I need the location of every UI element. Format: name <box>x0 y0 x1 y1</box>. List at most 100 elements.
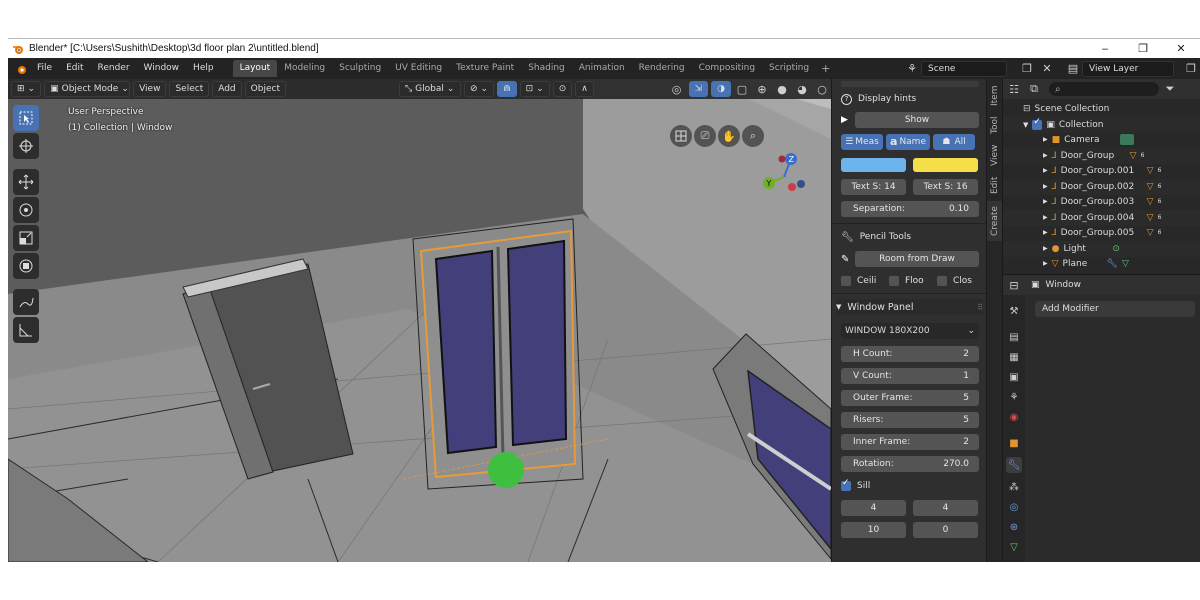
tab-view-layer[interactable]: ▣ <box>1006 369 1022 385</box>
cursor-tool[interactable] <box>13 133 39 159</box>
play-icon[interactable]: ▶ <box>841 115 855 125</box>
drag-handle-icon[interactable]: ⠿ <box>977 303 983 312</box>
show-button[interactable]: Show <box>855 112 979 128</box>
room-from-draw-button[interactable]: Room from Draw <box>855 251 979 267</box>
menu-add[interactable]: Add <box>212 81 242 97</box>
properties-editor-type-icon[interactable]: ⊟ <box>1005 277 1023 293</box>
camera-view-button[interactable]: ⎚ <box>694 125 716 147</box>
outliner-search-field[interactable]: ⌕ <box>1049 82 1159 96</box>
tab-edit[interactable]: Edit <box>987 173 1003 197</box>
workspace-tab-compositing[interactable]: Compositing <box>692 60 762 77</box>
scene-selector[interactable]: ⚘ Scene <box>901 60 1016 77</box>
menu-view[interactable]: View <box>133 81 167 97</box>
transform-tool[interactable] <box>13 253 39 279</box>
wireframe-shading-icon[interactable]: ⊕ <box>753 81 771 97</box>
measure-color-swatch[interactable] <box>841 158 906 172</box>
scene-render[interactable] <box>8 79 831 562</box>
object-name-field[interactable]: ▣ Window <box>1031 280 1081 290</box>
outliner-item-door-group-001[interactable]: ▶ ⅃ Door_Group.001 ▽ 6 <box>1003 163 1200 179</box>
window-panel-header[interactable]: ▼ Window Panel ⠿ <box>836 299 983 315</box>
outliner-item-camera[interactable]: ▶ ■ Camera <box>1003 132 1200 148</box>
outer-frame-field[interactable]: Outer Frame: 5 <box>841 390 979 406</box>
sill-value-1-field[interactable]: 4 <box>841 500 906 516</box>
all-toggle[interactable]: ☗ All <box>933 134 975 150</box>
closed-checkbox[interactable]: Clos <box>937 276 979 286</box>
minimize-button[interactable]: – <box>1086 43 1124 55</box>
tab-object[interactable]: ■ <box>1006 435 1022 451</box>
filter-icon[interactable]: ⏷ <box>1161 81 1179 97</box>
maximize-button[interactable]: ❐ <box>1124 42 1162 55</box>
view-layer-selector[interactable]: ▤ View Layer <box>1062 60 1180 77</box>
menu-object[interactable]: Object <box>244 81 286 97</box>
sill-value-3-field[interactable]: 10 <box>841 522 906 538</box>
toggle-camera-view-button[interactable] <box>670 125 692 147</box>
separation-field[interactable]: Separation: 0.10 <box>841 201 979 217</box>
workspace-tab-scripting[interactable]: Scripting <box>762 60 816 77</box>
tab-physics[interactable]: ◎ <box>1006 499 1022 515</box>
menu-select[interactable]: Select <box>169 81 210 97</box>
sill-checkbox[interactable]: Sill <box>841 478 979 494</box>
tab-data[interactable]: ▽ <box>1006 539 1022 555</box>
tab-render[interactable]: ▤ <box>1006 329 1022 345</box>
sill-value-4-field[interactable]: 0 <box>913 522 978 538</box>
scene-name[interactable]: Scene <box>921 60 1007 77</box>
risers-field[interactable]: Risers: 5 <box>841 412 979 428</box>
outliner-scene-collection[interactable]: ⊟ Scene Collection <box>1003 101 1200 117</box>
annotate-tool[interactable] <box>13 289 39 315</box>
outliner-item-door-group-003[interactable]: ▶ ⅃ Door_Group.003 ▽ 6 <box>1003 194 1200 210</box>
outliner-item-door-group[interactable]: ▶ ⅃ Door_Group ▽ 6 <box>1003 148 1200 164</box>
menu-file[interactable]: File <box>30 58 59 79</box>
measure-tool[interactable] <box>13 317 39 343</box>
object-mode-dropdown[interactable]: ▣ Object Mode ⌄ <box>44 81 131 97</box>
material-shading-icon[interactable]: ◕ <box>793 81 811 97</box>
ceiling-checkbox[interactable]: Ceili <box>841 276 889 286</box>
outliner-item-door-group-004[interactable]: ▶ ⅃ Door_Group.004 ▽ 6 <box>1003 210 1200 226</box>
new-scene-icon[interactable]: ❐ <box>1018 61 1036 77</box>
tab-scene[interactable]: ⚘ <box>1006 389 1022 405</box>
collection-enabled-checkbox[interactable] <box>1032 117 1043 130</box>
editor-type-button[interactable]: ⊞ ⌄ <box>11 81 42 97</box>
rotation-field[interactable]: Rotation: 270.0 <box>841 456 979 472</box>
visibility-icon[interactable]: ◎ <box>668 81 686 97</box>
workspace-tab-modeling[interactable]: Modeling <box>277 60 332 77</box>
view-layer-name[interactable]: View Layer <box>1082 60 1174 77</box>
h-count-field[interactable]: H Count: 2 <box>841 346 979 362</box>
workspace-tab-uv-editing[interactable]: UV Editing <box>388 60 449 77</box>
display-hints-header[interactable]: ? Display hints <box>841 91 979 107</box>
inner-frame-field[interactable]: Inner Frame: 2 <box>841 434 979 450</box>
tab-create[interactable]: Create <box>987 201 1003 241</box>
menu-window[interactable]: Window <box>137 58 187 79</box>
floor-checkbox[interactable]: Floo <box>889 276 937 286</box>
menu-render[interactable]: Render <box>91 58 137 79</box>
add-modifier-dropdown[interactable]: Add Modifier <box>1035 301 1195 317</box>
tab-modifiers[interactable]: 🔧︎ <box>1006 457 1022 473</box>
solid-shading-icon[interactable]: ● <box>773 81 791 97</box>
transform-orientation-dropdown[interactable]: ⤡ Global ⌄ <box>398 81 461 97</box>
text-size-right-field[interactable]: Text S: 16 <box>913 179 978 195</box>
proportional-edit-toggle[interactable]: ⊙ <box>552 81 573 97</box>
scale-tool[interactable] <box>13 225 39 251</box>
close-button[interactable]: ✕ <box>1162 42 1200 55</box>
tab-view[interactable]: View <box>987 141 1003 169</box>
blender-menu-icon[interactable] <box>12 61 30 77</box>
rotate-tool[interactable] <box>13 197 39 223</box>
sill-value-2-field[interactable]: 4 <box>913 500 978 516</box>
outliner-item-light[interactable]: ▶ ● Light ⊙ <box>1003 241 1200 257</box>
display-mode-icon[interactable]: ⧉ <box>1025 81 1043 97</box>
pivot-point-dropdown[interactable]: ⊘ ⌄ <box>463 81 495 97</box>
outliner-item-door-group-002[interactable]: ▶ ⅃ Door_Group.002 ▽ 6 <box>1003 179 1200 195</box>
pencil-tools-header[interactable]: 🔧︎ Pencil Tools <box>841 229 979 245</box>
outliner-editor-type-icon[interactable]: ☷ <box>1005 81 1023 97</box>
menu-edit[interactable]: Edit <box>59 58 90 79</box>
axis-gizmo[interactable]: Z Y <box>758 149 808 199</box>
xray-icon[interactable]: ▢ <box>733 81 751 97</box>
3d-viewport[interactable]: ⊞ ⌄ ▣ Object Mode ⌄ View Select Add Obje… <box>8 79 831 562</box>
select-tool[interactable] <box>13 105 39 131</box>
name-color-swatch[interactable] <box>913 158 978 172</box>
workspace-tab-sculpting[interactable]: Sculpting <box>332 60 388 77</box>
v-count-field[interactable]: V Count: 1 <box>841 368 979 384</box>
window-type-dropdown[interactable]: WINDOW 180X200 ⌄ <box>841 323 979 339</box>
falloff-dropdown[interactable]: ∧ <box>575 81 594 97</box>
tab-particles[interactable]: ⁂ <box>1006 479 1022 495</box>
pan-view-button[interactable]: ✋ <box>718 125 740 147</box>
